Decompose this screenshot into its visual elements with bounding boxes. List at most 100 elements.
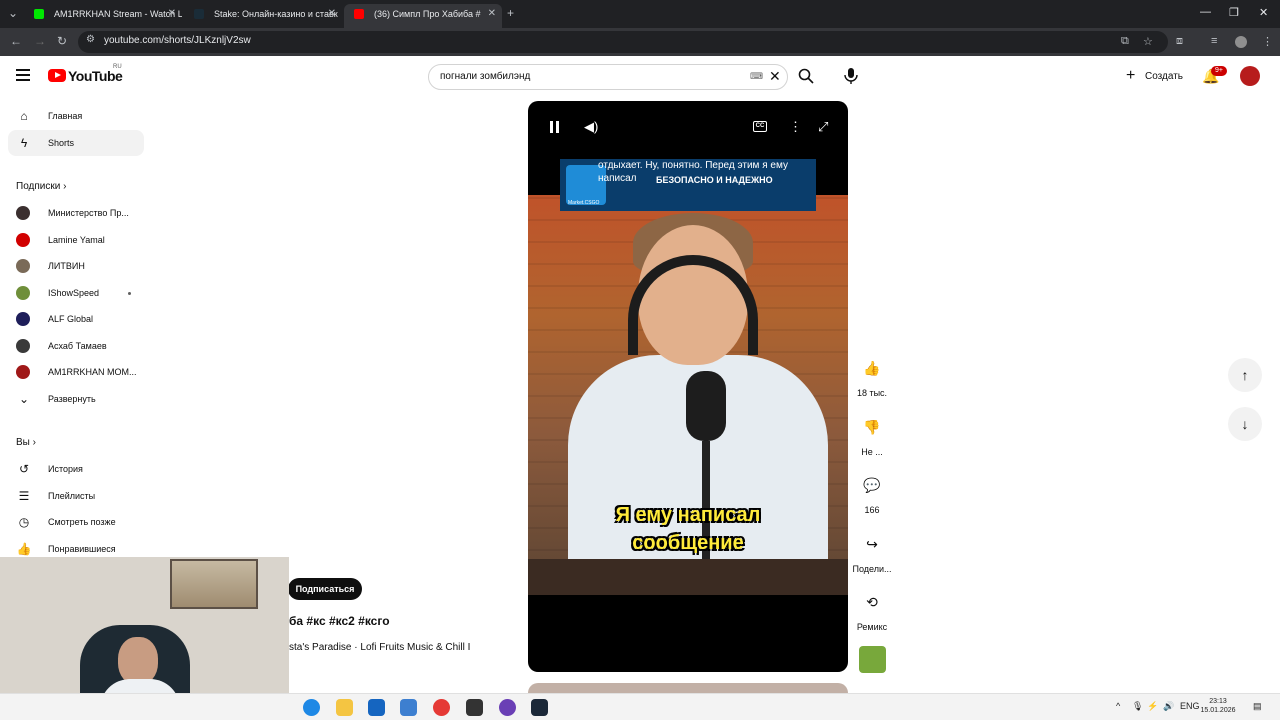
bookmark-star-icon[interactable]: ☆ (1143, 35, 1153, 48)
subscribe-button[interactable]: Подписаться (288, 578, 362, 600)
sound-thumbnail[interactable] (859, 646, 886, 673)
menu-icon[interactable]: ⋮ (1262, 35, 1273, 48)
tray-chevron-icon[interactable]: ^ (1116, 701, 1120, 711)
sidebar-item-home[interactable]: ⌂ Главная (8, 103, 144, 129)
restore-icon[interactable]: ❐ (1229, 6, 1239, 19)
account-avatar[interactable] (1240, 66, 1260, 86)
close-tab-icon[interactable]: ✕ (168, 4, 176, 24)
search-input[interactable]: погнали зомбилэнд ⌨ ✕ (428, 64, 788, 90)
tab-youtube[interactable]: (36) Симпл Про Хабиба # ✕ (344, 4, 502, 28)
remix-button[interactable]: ⟲ Ремикс (852, 584, 892, 632)
voice-search-icon[interactable] (840, 65, 862, 87)
search-icon[interactable] (798, 68, 814, 84)
network-icon[interactable]: ⚡ (1147, 701, 1158, 712)
tab-am1rrkhan[interactable]: AM1RRKHAN Stream - Watch L ✕ (24, 4, 182, 28)
minimize-icon[interactable]: — (1200, 6, 1211, 18)
fullscreen-icon[interactable]: ⤢ (818, 119, 828, 135)
back-icon[interactable]: ← (10, 34, 22, 48)
sidebar-channel[interactable]: Асхаб Тамаев (8, 333, 144, 359)
sidebar-channel[interactable]: Lamine Yamal (8, 227, 144, 253)
plus-icon: + (1126, 67, 1136, 84)
speaker-icon[interactable]: 🔊 (1163, 701, 1174, 712)
obs-icon[interactable] (499, 699, 516, 716)
previous-short-arrow-icon[interactable]: ↑ (1228, 358, 1262, 392)
comments-button[interactable]: 💬 166 (852, 467, 892, 515)
playlist-icon: ☰ (18, 489, 30, 503)
sidebar-channel[interactable]: Министерство Пр... (8, 200, 144, 226)
like-button[interactable]: 👍 18 тыс. (852, 350, 892, 398)
reload-icon[interactable]: ↻ (57, 34, 67, 48)
system-clock[interactable]: 23:13 15.01.2026 (1198, 697, 1238, 715)
share-button[interactable]: ↪ Подели... (852, 526, 892, 574)
close-tab-icon[interactable]: ✕ (328, 4, 336, 24)
site-info-icon[interactable]: ⚙ (86, 34, 95, 45)
remix-label: Ремикс (856, 622, 888, 632)
webcam-overlay (0, 557, 289, 697)
subscriptions-header[interactable]: Подписки › (16, 181, 66, 192)
sidebar-item-history[interactable]: ↺ История (8, 456, 144, 482)
shorts-icon: ϟ (20, 136, 28, 150)
dislike-button[interactable]: 👎 Не ... (852, 409, 892, 457)
sidebar-channel[interactable]: ALF Global (8, 306, 144, 332)
pause-icon[interactable] (556, 121, 559, 133)
sidebar-item-label: Главная (48, 111, 83, 121)
chevron-down-icon: ⌄ (18, 392, 30, 406)
pause-icon[interactable] (550, 121, 553, 133)
profile-avatar[interactable] (1235, 36, 1247, 48)
windows-taskbar: ^ 🎙 ⚡ 🔊 ENG 23:13 15.01.2026 ▤ (0, 693, 1280, 720)
you-header[interactable]: Вы › (16, 437, 36, 448)
next-short-preview[interactable] (528, 683, 848, 693)
channel-name: IShowSpeed (48, 288, 100, 298)
channel-name: Асхаб Тамаев (48, 341, 107, 351)
url-text: youtube.com/shorts/JLKznljV2sw (104, 35, 251, 46)
sidebar-channel[interactable]: ЛИТВИН (8, 253, 144, 279)
notification-badge: 9+ (1211, 66, 1227, 76)
volume-icon[interactable]: ◀) (584, 119, 598, 135)
video-subtitle: Я ему написал сообщение (615, 504, 761, 554)
sidebar-item-expand[interactable]: ⌄ Развернуть (8, 386, 144, 412)
file-explorer-icon[interactable] (336, 699, 353, 716)
address-bar[interactable]: ⚙ youtube.com/shorts/JLKznljV2sw (78, 31, 1168, 53)
menu-burger-icon[interactable] (16, 69, 30, 81)
channel-avatar (16, 259, 30, 273)
new-tab-button[interactable]: + (507, 6, 514, 20)
comment-count: 166 (864, 505, 880, 515)
tab-search-icon[interactable]: ⌄ (8, 6, 18, 20)
close-window-icon[interactable]: ✕ (1259, 6, 1268, 19)
sidebar-channel[interactable]: AM1RRKHAN МОМ... (8, 359, 144, 385)
store-icon[interactable] (368, 699, 385, 716)
create-button[interactable]: + Создать (1118, 64, 1190, 90)
forward-icon[interactable]: → (34, 34, 46, 48)
chrome-icon[interactable] (433, 699, 450, 716)
clear-search-icon[interactable]: ✕ (769, 68, 781, 85)
youtube-logo-icon[interactable] (48, 69, 66, 82)
install-icon[interactable]: ⧉ (1121, 35, 1129, 48)
sidebar-item-shorts[interactable]: ϟ Shorts (8, 130, 144, 156)
edge-icon[interactable] (303, 699, 320, 716)
steam-icon[interactable] (531, 699, 548, 716)
keyboard-icon[interactable]: ⌨ (750, 71, 763, 82)
input-language[interactable]: ENG (1180, 701, 1200, 711)
notification-center-icon[interactable]: ▤ (1253, 701, 1262, 712)
sidebar-item-label: Развернуть (48, 394, 96, 404)
mic-tray-icon[interactable]: 🎙 (1132, 701, 1143, 712)
shorts-player[interactable]: Market.CSGO БЕЗОПАСНО И НАДЕЖНО отдыхает… (528, 101, 848, 672)
sidebar-item-watch-later[interactable]: ◷ Смотреть позже (8, 509, 144, 535)
captions-icon[interactable]: CC (753, 121, 767, 132)
app-icon[interactable] (466, 699, 483, 716)
clock-date: 15.01.2026 (1200, 707, 1236, 714)
next-short-arrow-icon[interactable]: ↓ (1228, 407, 1262, 441)
short-title[interactable]: ба #кс #кс2 #ксго (289, 614, 390, 628)
media-icon[interactable]: ≡ (1211, 35, 1217, 47)
extensions-icon[interactable]: ⧈ (1176, 35, 1183, 48)
sidebar-channel[interactable]: IShowSpeed (8, 280, 144, 306)
subscriptions-label: Подписки (16, 181, 61, 192)
tab-stake[interactable]: Stake: Онлайн-казино и ставк ✕ (184, 4, 342, 28)
youtube-logo-text[interactable]: YouTube (68, 68, 123, 84)
sidebar-item-playlists[interactable]: ☰ Плейлисты (8, 483, 144, 509)
close-tab-icon[interactable]: ✕ (488, 4, 496, 24)
outlook-icon[interactable] (400, 699, 417, 716)
more-options-icon[interactable]: ⋮ (789, 119, 802, 135)
clock-icon: ◷ (18, 515, 30, 529)
short-music[interactable]: sta's Paradise · Lofi Fruits Music & Chi… (289, 642, 483, 653)
